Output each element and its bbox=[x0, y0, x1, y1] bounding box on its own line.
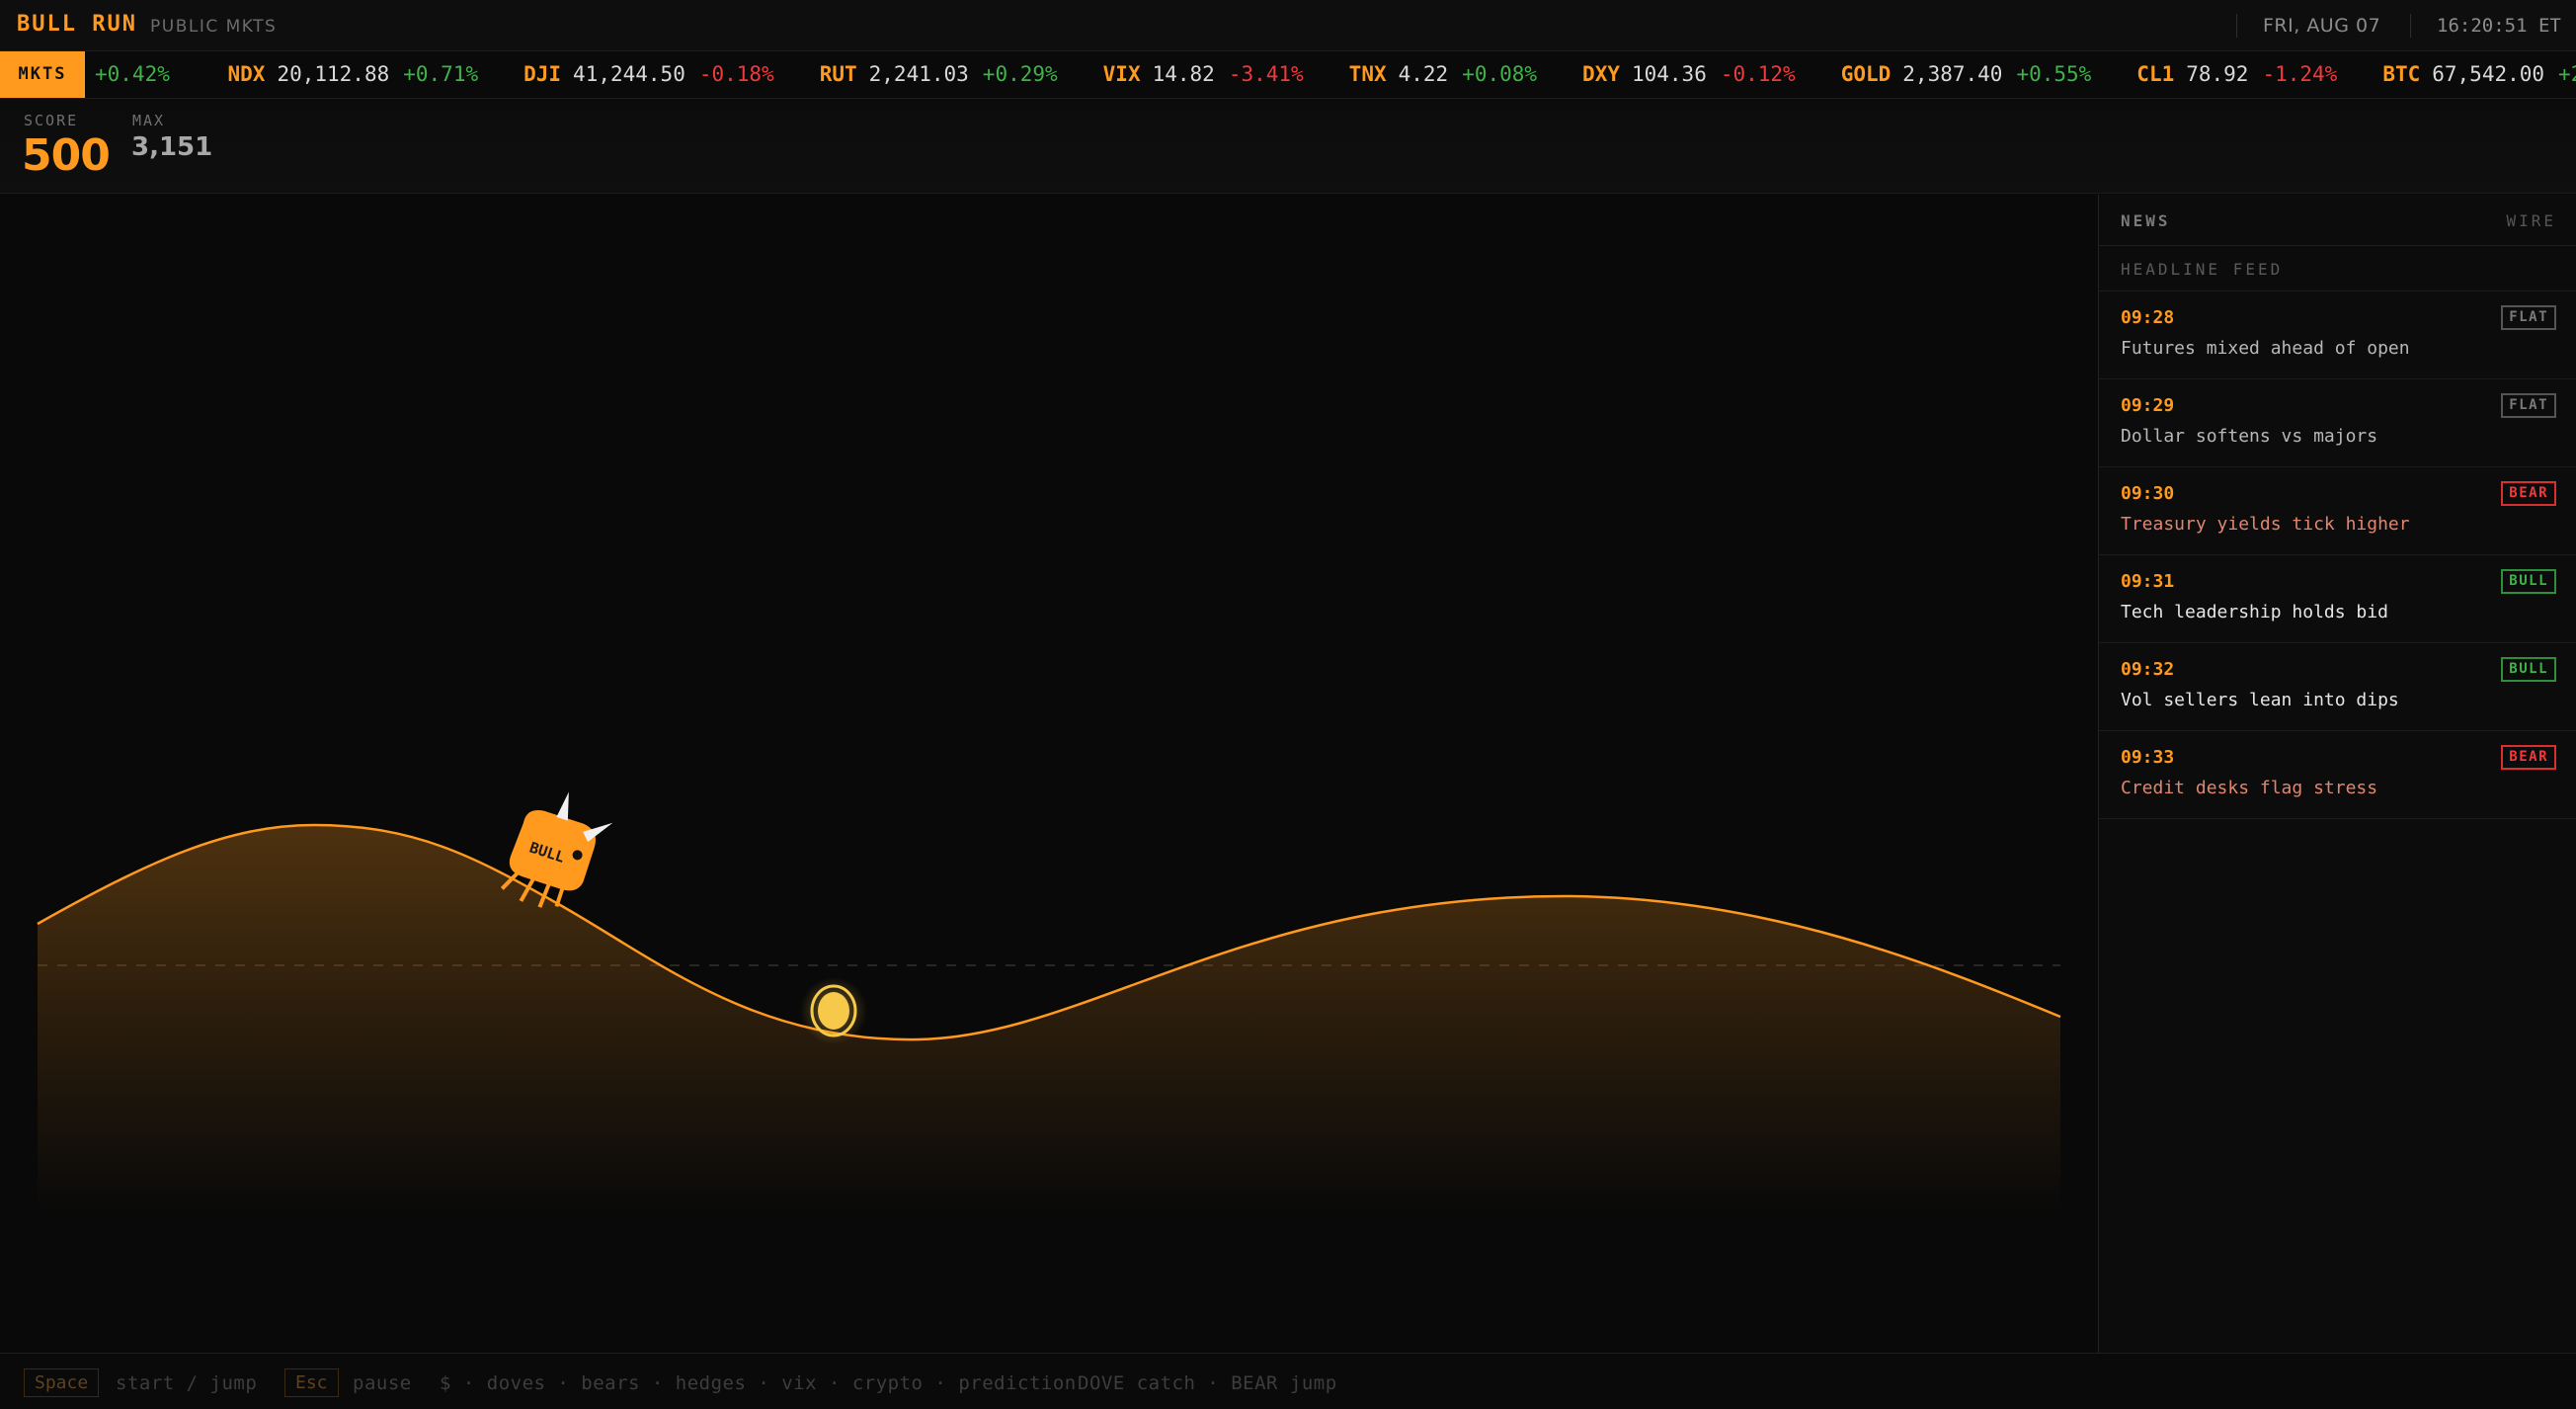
brand-title: BULL RUN bbox=[17, 12, 137, 37]
ticker-item: CL1 78.92 -1.24% bbox=[2136, 51, 2337, 98]
ticker-change: +2 bbox=[2558, 62, 2576, 86]
start-hint: start / jump bbox=[116, 1372, 258, 1394]
ticker-price: 20,112.88 bbox=[277, 62, 390, 86]
news-item-headline: Treasury yields tick higher bbox=[2121, 514, 2410, 535]
sentiment-badge: FLAT bbox=[2501, 393, 2556, 418]
ticker-symbol: TNX bbox=[1348, 62, 1387, 86]
news-item: 09:28 FLAT Futures mixed ahead of open bbox=[2099, 291, 2576, 379]
news-item-time: 09:32 bbox=[2121, 659, 2175, 680]
top-bar: BULL RUN PUBLIC MKTS FRI, AUG 07 16:20:5… bbox=[0, 0, 2576, 51]
ticker-symbol: BTC bbox=[2382, 62, 2421, 86]
news-list: 09:28 FLAT Futures mixed ahead of open 09:2… bbox=[2099, 291, 2576, 819]
game-scene: BULL bbox=[37, 791, 2061, 1212]
news-item: 09:33 BEAR Credit desks flag stress bbox=[2099, 731, 2576, 819]
score-value: 500 bbox=[22, 130, 111, 181]
coin-pickup bbox=[800, 977, 867, 1044]
ticker-price: 14.82 bbox=[1152, 62, 1215, 86]
news-item-time: 09:28 bbox=[2121, 307, 2175, 328]
ticker-price: 2,241.03 bbox=[868, 62, 969, 86]
score-bar: SCORE 500 MAX 3,151 bbox=[0, 99, 2576, 194]
ticker-symbol: CL1 bbox=[2136, 62, 2175, 86]
news-item-time: 09:33 bbox=[2121, 747, 2175, 768]
news-item: 09:32 BULL Vol sellers lean into dips bbox=[2099, 643, 2576, 731]
ticker-track: +0.42% NDX 20,112.88 +0.71% DJI 41,244.50 -0.… bbox=[95, 51, 2576, 98]
ticker-item: DJI 41,244.50 -0.18% bbox=[523, 51, 774, 98]
ticker-change: +0.55% bbox=[2016, 62, 2092, 86]
controls-legend-hint: DOVE catch · BEAR jump bbox=[1078, 1372, 1337, 1394]
ticker-price: 104.36 bbox=[1631, 62, 1707, 86]
ticker-change: -0.12% bbox=[1720, 62, 1796, 86]
max-score-value: 3,151 bbox=[131, 132, 213, 162]
ticker-change: +0.71% bbox=[403, 62, 479, 86]
esc-key: Esc bbox=[284, 1368, 339, 1397]
ticker-symbol: NDX bbox=[227, 62, 266, 86]
news-item-time: 09:31 bbox=[2121, 571, 2175, 592]
news-panel: NEWS WIRE HEADLINE FEED 09:28 FLAT Futures… bbox=[2098, 195, 2576, 1353]
max-score-label: MAX bbox=[132, 112, 166, 129]
ticker-price: 67,542.00 bbox=[2432, 62, 2545, 86]
ticker-price: 2,387.40 bbox=[1902, 62, 2003, 86]
sentiment-badge: FLAT bbox=[2501, 305, 2556, 330]
sentiment-badge: BULL bbox=[2501, 657, 2556, 682]
ticker-item: BTC 67,542.00 +2 bbox=[2382, 51, 2576, 98]
ticker-change: +0.08% bbox=[1462, 62, 1538, 86]
sentiment-badge: BEAR bbox=[2501, 745, 2556, 770]
news-item-headline: Futures mixed ahead of open bbox=[2121, 338, 2410, 359]
legend-hint: $ · doves · bears · hedges · vix · crypt… bbox=[440, 1372, 1077, 1394]
news-item: 09:31 BULL Tech leadership holds bid bbox=[2099, 555, 2576, 643]
ticker-lead-change: +0.42% bbox=[95, 62, 170, 86]
brand-subtitle: PUBLIC MKTS bbox=[150, 17, 278, 37]
ticker-item: NDX 20,112.88 +0.71% bbox=[228, 51, 479, 98]
news-wire-label: WIRE bbox=[2506, 211, 2556, 230]
ticker-item: GOLD 2,387.40 +0.55% bbox=[1841, 51, 2092, 98]
market-ticker: MKTS +0.42% NDX 20,112.88 +0.71% DJI 41,244.… bbox=[0, 51, 2576, 99]
terrain-fill bbox=[38, 825, 2060, 1212]
ticker-change: -1.24% bbox=[2262, 62, 2338, 86]
sentiment-badge: BEAR bbox=[2501, 481, 2556, 506]
news-item-headline: Dollar softens vs majors bbox=[2121, 426, 2378, 447]
pause-hint: pause bbox=[353, 1372, 412, 1394]
news-title: NEWS bbox=[2121, 211, 2171, 230]
ticker-symbol: DXY bbox=[1582, 62, 1620, 86]
ticker-item: RUT 2,241.03 +0.29% bbox=[820, 51, 1058, 98]
ticker-symbol: VIX bbox=[1102, 62, 1141, 86]
news-item-headline: Vol sellers lean into dips bbox=[2121, 690, 2399, 710]
clock-display: 16:20:51 ET bbox=[2410, 14, 2561, 38]
ticker-price: 4.22 bbox=[1398, 62, 1449, 86]
ticker-change: -3.41% bbox=[1228, 62, 1304, 86]
news-item-headline: Tech leadership holds bid bbox=[2121, 602, 2388, 622]
ticker-change: -0.18% bbox=[698, 62, 774, 86]
headline-feed-label: HEADLINE FEED bbox=[2099, 246, 2576, 291]
news-item: 09:30 BEAR Treasury yields tick higher bbox=[2099, 467, 2576, 555]
ticker-item: VIX 14.82 -3.41% bbox=[1103, 51, 1304, 98]
ticker-symbol: GOLD bbox=[1840, 62, 1892, 86]
score-label: SCORE bbox=[24, 112, 79, 129]
news-item-time: 09:29 bbox=[2121, 395, 2175, 416]
news-item: 09:29 FLAT Dollar softens vs majors bbox=[2099, 379, 2576, 467]
ticker-price: 78.92 bbox=[2186, 62, 2249, 86]
news-item-headline: Credit desks flag stress bbox=[2121, 778, 2378, 798]
ticker-item: TNX 4.22 +0.08% bbox=[1349, 51, 1537, 98]
news-header: NEWS WIRE bbox=[2099, 195, 2576, 246]
ticker-price: 41,244.50 bbox=[573, 62, 685, 86]
ticker-tag: MKTS bbox=[0, 51, 85, 98]
space-key: Space bbox=[24, 1368, 100, 1397]
footer-hints: Space start / jump Esc pause $ · doves ·… bbox=[0, 1353, 2576, 1409]
ticker-change: +0.29% bbox=[982, 62, 1058, 86]
news-item-time: 09:30 bbox=[2121, 483, 2175, 504]
date-display: FRI, AUG 07 bbox=[2236, 14, 2380, 38]
ticker-item: DXY 104.36 -0.12% bbox=[1582, 51, 1796, 98]
ticker-symbol: RUT bbox=[819, 62, 857, 86]
game-canvas[interactable]: BULL bbox=[0, 195, 2098, 1353]
ticker-symbol: DJI bbox=[523, 62, 562, 86]
sentiment-badge: BULL bbox=[2501, 569, 2556, 594]
